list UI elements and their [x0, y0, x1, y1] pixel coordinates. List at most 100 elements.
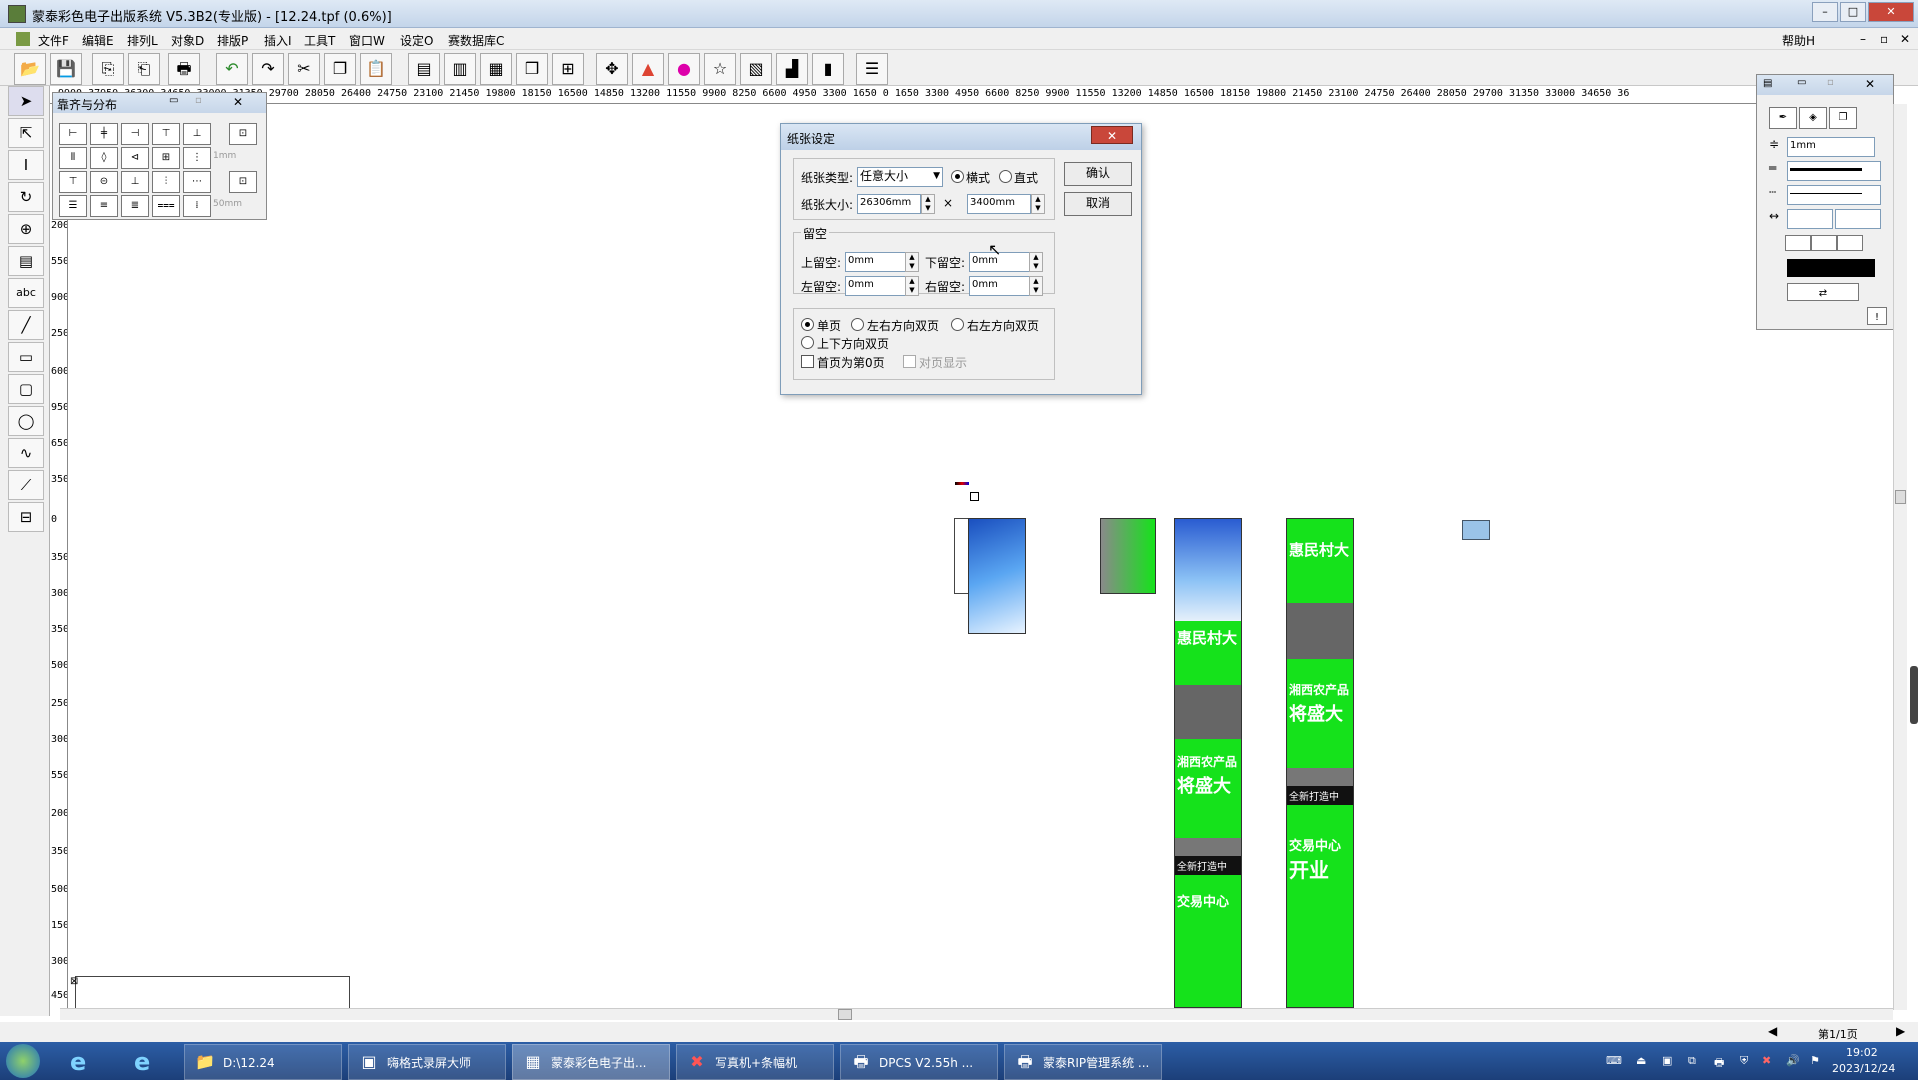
menu-file[interactable]: 文件F	[38, 32, 69, 49]
space-v3-icon[interactable]: ≣	[121, 195, 149, 217]
distribute-v-icon[interactable]: ⫶	[152, 171, 180, 193]
info-icon[interactable]: !	[1867, 307, 1887, 325]
text-wrap-icon[interactable]: ▦	[480, 53, 512, 85]
save-icon[interactable]: 💾	[50, 53, 82, 85]
mdi-restore-icon[interactable]: ▫	[1880, 32, 1888, 46]
zoom-icon[interactable]: ⊕	[8, 214, 44, 244]
paper-height-spinner[interactable]: ▲ ▼	[1031, 194, 1045, 214]
menu-arrange[interactable]: 排列L	[127, 32, 158, 49]
single-page-radio[interactable]	[801, 318, 814, 331]
space-v4-icon[interactable]: ⩶	[152, 195, 180, 217]
lr-double-radio[interactable]	[851, 318, 864, 331]
ie-icon[interactable]: e	[70, 1048, 86, 1076]
top-margin-field[interactable]: 0mm	[845, 252, 907, 272]
line-panel-close-icon[interactable]: ✕	[1865, 77, 1875, 91]
align-panel-minimize-icon[interactable]: ▭	[169, 95, 178, 106]
align-page2-icon[interactable]: ⊡	[229, 171, 257, 193]
paper-height-field[interactable]: 3400mm	[967, 194, 1031, 214]
next-page-icon[interactable]: ▶	[1896, 1024, 1905, 1038]
map-icon[interactable]: ▧	[740, 53, 772, 85]
selection-handle[interactable]	[970, 492, 979, 501]
menu-object[interactable]: 对象D	[171, 32, 204, 49]
text-cursor-icon[interactable]: I	[8, 150, 44, 180]
join-miter-icon[interactable]	[1785, 235, 1811, 251]
copy-icon[interactable]: ❐	[324, 53, 356, 85]
small-thumbnail[interactable]	[1462, 520, 1490, 540]
space-v2-icon[interactable]: ≡	[90, 195, 118, 217]
barcode-icon[interactable]: ▮	[812, 53, 844, 85]
table-tool-icon[interactable]: ⊟	[8, 502, 44, 532]
arrow-end-select[interactable]	[1835, 209, 1881, 229]
star-icon[interactable]: ☆	[704, 53, 736, 85]
align-panel-close-icon[interactable]: ✕	[233, 95, 243, 109]
shadow-icon[interactable]: ❐	[1829, 107, 1857, 129]
menu-insert[interactable]: 插入I	[264, 32, 292, 49]
tray-tools-icon[interactable]: ✖	[1762, 1054, 1771, 1067]
chart-icon[interactable]: ▟	[776, 53, 808, 85]
blue-poster-image[interactable]	[968, 518, 1026, 634]
line-color-swatch[interactable]	[1787, 259, 1875, 277]
align-left-icon[interactable]: ⊢	[59, 123, 87, 145]
align-top2-icon[interactable]: ⊤	[59, 171, 87, 193]
text-tool-icon[interactable]: abc	[8, 278, 44, 308]
vertical-scrollbar[interactable]	[1893, 104, 1907, 1010]
join-bevel-icon[interactable]	[1837, 235, 1863, 251]
line-panel-titlebar[interactable]: ▤ ▭ ▫ ✕	[1757, 75, 1893, 95]
ellipse-tool-icon[interactable]: ◯	[8, 406, 44, 436]
first-page-zero-checkbox[interactable]	[801, 355, 814, 368]
banner-b[interactable]: 惠民村大 湘西农产品 将盛大 全新打造中 交易中心 开业	[1286, 518, 1354, 1008]
redo-icon[interactable]: ↷	[252, 53, 284, 85]
rotate-icon[interactable]: ↻	[8, 182, 44, 212]
align-panel-titlebar[interactable]: 靠齐与分布 ▭ ▫ ✕	[53, 93, 266, 113]
align-page-icon[interactable]: ⊡	[229, 123, 257, 145]
h-scroll-thumb[interactable]	[838, 1009, 852, 1020]
tray-network-icon[interactable]: ⧉	[1688, 1054, 1696, 1068]
curve-tool-icon[interactable]: ∿	[8, 438, 44, 468]
color-shapes-icon[interactable]: ▲	[632, 53, 664, 85]
paper-type-select[interactable]: 任意大小 ▼	[857, 167, 943, 187]
paper-width-field[interactable]: 26306mm	[857, 194, 921, 214]
horizontal-scrollbar[interactable]	[60, 1008, 1893, 1020]
dash-style-select[interactable]	[1787, 185, 1881, 205]
distribute-right-icon[interactable]: ⊲	[121, 147, 149, 169]
distribute-h-icon[interactable]: ⫴	[59, 147, 87, 169]
undo-icon[interactable]: ↶	[216, 53, 248, 85]
distribute-spacing-icon[interactable]: ⋮	[183, 147, 211, 169]
browser-icon[interactable]: e	[134, 1048, 150, 1076]
cut-icon[interactable]: ✂	[288, 53, 320, 85]
left-margin-spinner[interactable]: ▲ ▼	[905, 276, 919, 296]
menu-settings[interactable]: 设定O	[400, 32, 433, 49]
small-green-banner[interactable]	[1100, 518, 1156, 594]
left-margin-field[interactable]: 0mm	[845, 276, 907, 296]
dialog-close-icon[interactable]: ✕	[1091, 126, 1133, 144]
menu-typeset[interactable]: 排版P	[217, 32, 248, 49]
export-icon[interactable]: ⎗	[128, 53, 160, 85]
minimize-button[interactable]: –	[1812, 2, 1838, 22]
distribute-gap-icon[interactable]: ⊞	[152, 147, 180, 169]
menu-tools[interactable]: 工具T	[304, 32, 335, 49]
join-round-icon[interactable]	[1811, 235, 1837, 251]
menu-database[interactable]: 赛数据库C	[448, 32, 504, 49]
portrait-radio[interactable]	[999, 170, 1012, 183]
maximize-button[interactable]: □	[1840, 2, 1866, 22]
arrow-start-select[interactable]	[1787, 209, 1833, 229]
pen-tools-icon[interactable]: ⇄	[1787, 283, 1859, 301]
paste-icon[interactable]: 📋	[360, 53, 392, 85]
bottom-margin-spinner[interactable]: ▲ ▼	[1029, 252, 1043, 272]
prev-page-icon[interactable]: ◀	[1768, 1024, 1777, 1038]
tray-flag-icon[interactable]: ⚑	[1810, 1054, 1820, 1067]
text-flow2-icon[interactable]: ▥	[444, 53, 476, 85]
task-printer[interactable]: ✖ 写真机+条幅机	[676, 1044, 834, 1080]
tray-volume-icon[interactable]: 🔊	[1786, 1054, 1800, 1067]
align-panel-restore-icon[interactable]: ▫	[195, 95, 202, 106]
print-icon[interactable]: 🖶	[168, 53, 200, 85]
align-top-icon[interactable]: ⊤	[152, 123, 180, 145]
grid-icon[interactable]: ⊞	[552, 53, 584, 85]
line-tool-icon[interactable]: ╱	[8, 310, 44, 340]
align-center-h-icon[interactable]: ╪	[90, 123, 118, 145]
tray-keyboard-icon[interactable]: ⌨	[1606, 1054, 1622, 1067]
line-width-field[interactable]: 1mm	[1787, 137, 1875, 157]
task-montai[interactable]: ▦ 蒙泰彩色电子出...	[512, 1044, 670, 1080]
top-margin-spinner[interactable]: ▲ ▼	[905, 252, 919, 272]
right-margin-field[interactable]: 0mm	[969, 276, 1031, 296]
